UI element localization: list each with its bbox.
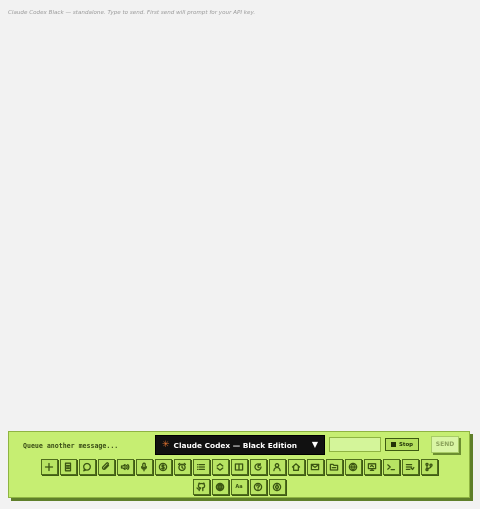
new-button[interactable] <box>40 459 58 475</box>
settings-icon <box>272 482 282 492</box>
home-button[interactable] <box>287 459 305 475</box>
language-button[interactable] <box>211 479 229 495</box>
github-button[interactable] <box>192 479 210 495</box>
help-icon <box>253 482 263 492</box>
language-icon <box>215 482 225 492</box>
chevron-down-icon: ▼ <box>311 440 318 449</box>
layers-icon <box>216 463 224 471</box>
folder-icon <box>329 463 339 471</box>
app-window: Claude Codex Black — standalone. Type to… <box>0 0 480 509</box>
model-star-icon: ✳ <box>162 439 170 450</box>
help-button[interactable] <box>249 479 267 495</box>
speaker-icon <box>120 463 130 471</box>
book-button[interactable] <box>230 459 248 475</box>
composer-top-bar: ✳ Claude Codex — Black Edition ▼ Stop SE… <box>9 432 469 459</box>
attach-button[interactable] <box>97 459 115 475</box>
folder-button[interactable] <box>325 459 343 475</box>
stop-button[interactable]: Stop <box>385 438 419 451</box>
globe-icon <box>348 462 358 472</box>
status-line: Claude Codex Black — standalone. Type to… <box>8 10 256 16</box>
speaker-button[interactable] <box>116 459 134 475</box>
microphone-button[interactable] <box>135 459 153 475</box>
plus-icon <box>44 462 54 472</box>
user-icon <box>273 463 281 472</box>
dollar-icon <box>158 462 168 472</box>
stop-icon <box>390 442 396 447</box>
layers-button[interactable] <box>211 459 229 475</box>
mail-icon <box>310 463 320 471</box>
document-icon <box>64 462 72 472</box>
model-select-label: Claude Codex — Black Edition <box>173 440 298 450</box>
queue-button[interactable] <box>401 459 419 475</box>
terminal-icon <box>387 464 396 471</box>
refresh-button[interactable] <box>249 459 267 475</box>
chat-bubble-icon <box>83 462 91 472</box>
cost-button[interactable] <box>154 459 172 475</box>
book-icon <box>234 463 244 471</box>
github-icon <box>196 482 206 492</box>
message-input[interactable] <box>15 437 153 455</box>
alarm-button[interactable] <box>173 459 191 475</box>
alarm-clock-icon <box>177 462 187 472</box>
git-branch-icon <box>425 462 433 472</box>
monitor-icon <box>367 463 377 472</box>
home-icon <box>291 463 301 471</box>
model-select[interactable]: ✳ Claude Codex — Black Edition ▼ <box>155 435 325 455</box>
font-size-icon: Aa <box>235 484 243 490</box>
user-button[interactable] <box>268 459 286 475</box>
send-button[interactable]: SEND <box>431 436 459 453</box>
paperclip-icon <box>101 462 110 470</box>
mail-button[interactable] <box>306 459 324 475</box>
composer-panel: ✳ Claude Codex — Black Edition ▼ Stop SE… <box>8 431 470 498</box>
stop-button-label: Stop <box>398 441 414 448</box>
terminal-button[interactable] <box>382 459 400 475</box>
microphone-icon <box>140 462 148 472</box>
settings-button[interactable] <box>268 479 286 495</box>
web-button[interactable] <box>344 459 362 475</box>
toolbar: Aa <box>9 459 469 499</box>
monitor-button[interactable] <box>363 459 381 475</box>
status-field[interactable] <box>329 437 381 452</box>
list-icon <box>196 463 206 471</box>
font-size-button[interactable]: Aa <box>230 479 248 495</box>
queue-list-icon <box>405 463 415 471</box>
chat-button[interactable] <box>78 459 96 475</box>
toolbar-row-2: Aa <box>9 479 469 497</box>
branch-button[interactable] <box>420 459 438 475</box>
document-button[interactable] <box>59 459 77 475</box>
list-button[interactable] <box>192 459 210 475</box>
toolbar-row-1 <box>9 459 469 477</box>
refresh-icon <box>254 462 262 471</box>
